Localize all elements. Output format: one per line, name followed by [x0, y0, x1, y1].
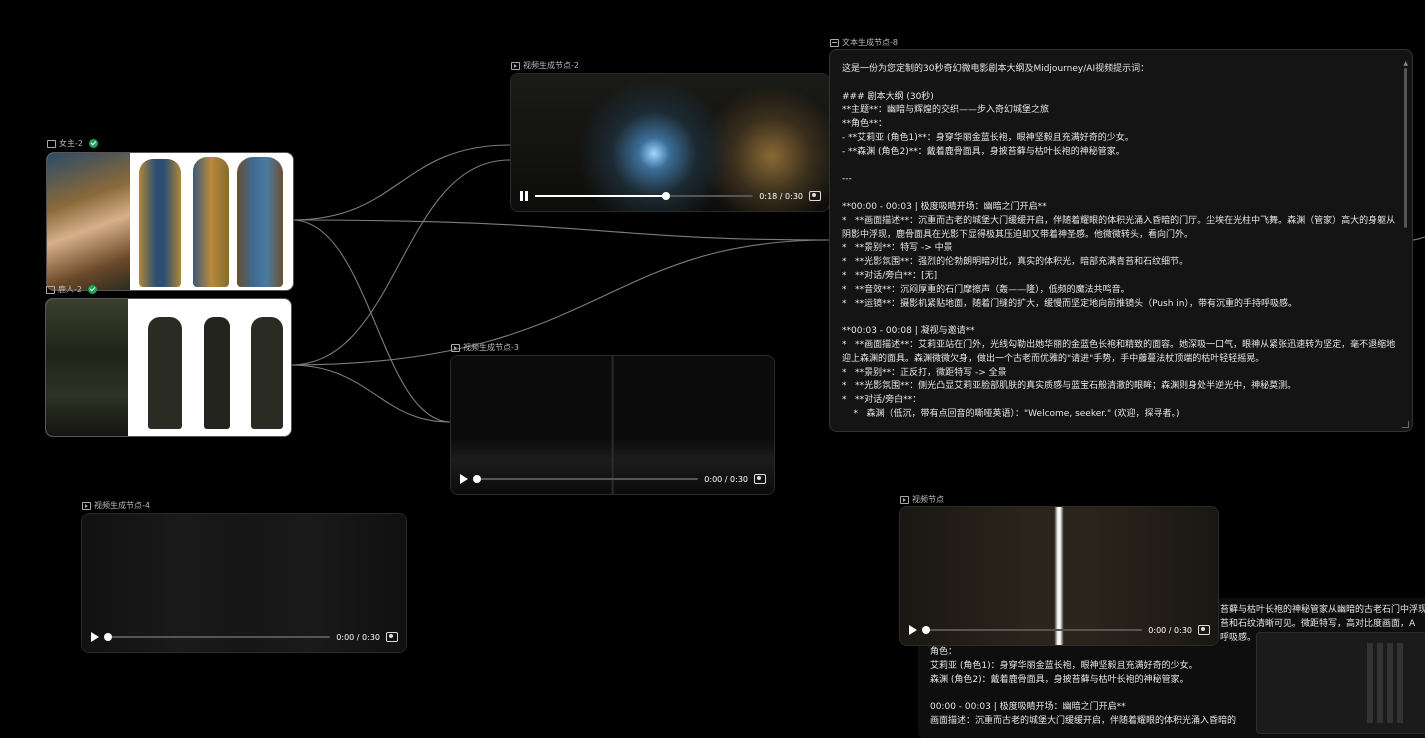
- edge-img2-text: [289, 239, 830, 366]
- deerman-figure-front: [148, 317, 182, 429]
- progress-bar[interactable]: [535, 192, 754, 200]
- edge-text-out: [1410, 236, 1425, 241]
- scroll-up-icon[interactable]: ▲: [1403, 60, 1408, 67]
- scrollbar[interactable]: [1404, 68, 1407, 228]
- time-display: 0:00 / 0:30: [704, 474, 748, 484]
- image-icon: [47, 139, 56, 148]
- video-icon: [451, 343, 460, 352]
- video-controls-2: 0:18 / 0:30: [519, 189, 821, 203]
- progress-fill: [535, 195, 666, 197]
- video-controls-3: 0:00 / 0:30: [459, 472, 766, 486]
- image-node-heroine[interactable]: [46, 152, 294, 291]
- edge-img1-vid2: [291, 144, 511, 221]
- video-node-2[interactable]: 0:18 / 0:30: [510, 73, 830, 212]
- resize-handle[interactable]: [1402, 421, 1409, 428]
- camera-icon[interactable]: [809, 191, 821, 201]
- check-icon: [88, 139, 98, 148]
- progress-bar[interactable]: [104, 633, 331, 641]
- deerman-figure-side: [204, 317, 230, 429]
- heroine-figure-side: [193, 157, 229, 287]
- video-node[interactable]: 0:00 / 0:30: [899, 506, 1219, 646]
- video-controls-4: 0:00 / 0:30: [90, 630, 398, 644]
- deerman-figure-back: [251, 317, 283, 429]
- preview-lines: 角色： 艾莉亚 (角色1)：身穿华丽金蓝长袍，眼神坚毅且充满好奇的少女。 森渊 …: [930, 647, 1237, 726]
- video-node-3[interactable]: 0:00 / 0:30: [450, 355, 775, 495]
- progress-knob[interactable]: [661, 192, 670, 200]
- heroine-portrait: [47, 153, 130, 290]
- pause-button[interactable]: [519, 191, 529, 201]
- video-controls: 0:00 / 0:30: [908, 623, 1210, 637]
- heroine-figure-back: [237, 157, 283, 287]
- image-icon: [46, 285, 55, 294]
- edge-img2-vid2: [289, 159, 511, 366]
- play-button[interactable]: [459, 474, 469, 484]
- play-button[interactable]: [90, 632, 100, 642]
- workflow-canvas[interactable]: 女主-2 鹿人-2 视频生成节点-2 0:18 / 0:30 视频生成节点-3 …: [0, 0, 1425, 738]
- minimap[interactable]: [1256, 632, 1425, 734]
- text-node-8[interactable]: 这是一份为您定制的30秒奇幻微电影剧本大纲及Midjourney/AI视频提示词…: [829, 49, 1413, 432]
- camera-icon[interactable]: [754, 474, 766, 484]
- node-title-video-3: 视频生成节点-3: [451, 342, 519, 353]
- camera-icon[interactable]: [1198, 625, 1210, 635]
- edge-img1-text: [291, 219, 830, 241]
- time-display: 0:00 / 0:30: [336, 632, 380, 642]
- image-node-deerman[interactable]: [45, 298, 292, 437]
- node-title-text-8: 文本生成节点-8: [830, 37, 898, 48]
- camera-icon[interactable]: [386, 632, 398, 642]
- heroine-figure-front: [139, 159, 181, 287]
- time-display: 0:18 / 0:30: [759, 191, 803, 201]
- document-icon: [830, 38, 839, 47]
- progress-bar[interactable]: [922, 626, 1143, 634]
- video-node-4[interactable]: 0:00 / 0:30: [81, 513, 407, 653]
- node-title-deerman: 鹿人-2: [46, 284, 97, 295]
- progress-knob[interactable]: [922, 626, 931, 634]
- edge-img1-vid3: [291, 219, 451, 423]
- time-display: 0:00 / 0:30: [1148, 625, 1192, 635]
- progress-bar[interactable]: [473, 475, 699, 483]
- minimap-blocks: [1367, 643, 1407, 723]
- node-title-heroine: 女主-2: [47, 138, 98, 149]
- deerman-portrait: [46, 299, 128, 436]
- video-icon: [511, 61, 520, 70]
- play-button[interactable]: [908, 625, 918, 635]
- progress-knob[interactable]: [104, 633, 113, 641]
- node-title-video-2: 视频生成节点-2: [511, 60, 579, 71]
- progress-knob[interactable]: [473, 475, 482, 483]
- check-icon: [87, 285, 97, 294]
- video-icon: [900, 495, 909, 504]
- node-title-video: 视频节点: [900, 494, 944, 505]
- video-icon: [82, 501, 91, 510]
- node-title-video-4: 视频生成节点-4: [82, 500, 150, 511]
- edge-img2-vid3: [289, 364, 451, 423]
- text-content[interactable]: 这是一份为您定制的30秒奇幻微电影剧本大纲及Midjourney/AI视频提示词…: [842, 63, 1398, 422]
